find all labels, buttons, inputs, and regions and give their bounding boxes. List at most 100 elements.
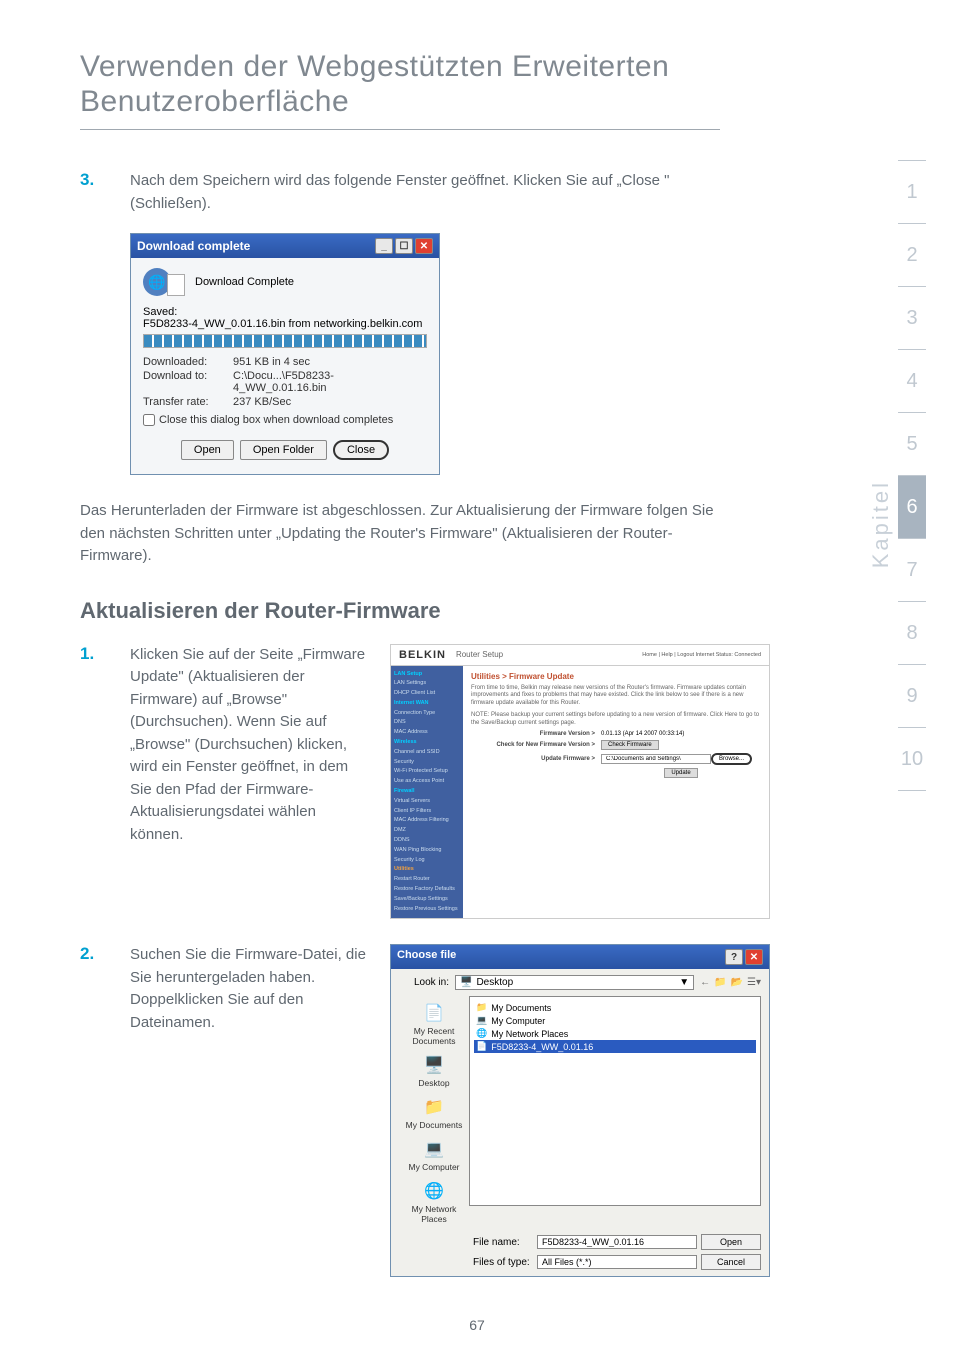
body-paragraph: Das Herunterladen der Firmware ist abges… <box>80 500 720 568</box>
check-firmware-button[interactable]: Check Firmware <box>601 740 659 750</box>
tab-6-active[interactable]: 6 <box>898 476 926 538</box>
step-2-text: Suchen Sie die Firmware-Datei, die Sie h… <box>130 944 370 1034</box>
sidebar-mac[interactable]: MAC Address <box>394 728 460 737</box>
lookin-value: Desktop <box>476 977 513 988</box>
tab-5[interactable]: 5 <box>906 413 917 475</box>
belkin-desc2: NOTE: Please backup your current setting… <box>471 712 761 728</box>
place-mycomp[interactable]: 💻 My Computer <box>408 1136 459 1172</box>
filetype-select[interactable] <box>537 1255 697 1269</box>
sidebar-mac-filter[interactable]: MAC Address Filtering <box>394 816 460 825</box>
tab-9[interactable]: 9 <box>906 665 917 727</box>
close-when-done-label: Close this dialog box when download comp… <box>159 414 393 426</box>
open-button[interactable]: Open <box>701 1234 761 1250</box>
sidebar-wps[interactable]: Wi-Fi Protected Setup <box>394 767 460 776</box>
close-when-done-checkbox[interactable] <box>143 414 155 426</box>
sidebar-conn-type[interactable]: Connection Type <box>394 709 460 718</box>
place-recent[interactable]: 📄 My Recent Documents <box>399 1000 469 1046</box>
close-icon[interactable]: ✕ <box>745 949 763 965</box>
belkin-admin-panel: BELKIN Router Setup Home | Help | Logout… <box>390 644 770 920</box>
tab-7[interactable]: 7 <box>906 539 917 601</box>
network-icon: 🌐 <box>476 1028 487 1039</box>
belkin-topright: Home | Help | Logout Internet Status: Co… <box>642 652 761 658</box>
sidebar-restore-factory[interactable]: Restore Factory Defaults <box>394 885 460 894</box>
place-mydocs[interactable]: 📁 My Documents <box>406 1094 463 1130</box>
belkin-sidebar: LAN Setup LAN Settings DHCP Client List … <box>391 666 463 919</box>
downloadto-value: C:\Docu...\F5D8233-4_WW_0.01.16.bin <box>233 370 427 394</box>
tab-8[interactable]: 8 <box>906 602 917 664</box>
open-folder-button[interactable]: Open Folder <box>240 440 327 460</box>
cancel-button[interactable]: Cancel <box>701 1254 761 1270</box>
close-button[interactable]: Close <box>333 440 389 460</box>
back-icon[interactable]: ← <box>700 977 710 988</box>
file-list[interactable]: 📁My Documents 💻My Computer 🌐My Network P… <box>469 996 761 1206</box>
new-folder-icon[interactable]: 📂 <box>731 977 743 988</box>
lookin-dropdown[interactable]: 🖥️ Desktop ▼ <box>455 975 694 990</box>
sidebar-sec-log[interactable]: Security Log <box>394 856 460 865</box>
choose-file-dialog: Choose file ? ✕ Look in: 🖥️ Desktop ▼ <box>390 944 770 1277</box>
maximize-icon[interactable]: ☐ <box>395 238 413 254</box>
sidebar-channel[interactable]: Channel and SSID <box>394 748 460 757</box>
sidebar-lan-setup[interactable]: LAN Setup <box>394 670 460 679</box>
downloaded-value: 951 KB in 4 sec <box>233 356 427 368</box>
sidebar-dhcp[interactable]: DHCP Client List <box>394 689 460 698</box>
help-icon[interactable]: ? <box>725 949 743 965</box>
tab-10[interactable]: 10 <box>901 728 923 790</box>
sidebar-firewall[interactable]: Firewall <box>394 787 460 796</box>
downloaded-label: Downloaded: <box>143 356 233 368</box>
download-status: Download Complete <box>195 276 294 288</box>
sidebar-client-ip[interactable]: Client IP Filters <box>394 807 460 816</box>
saved-value: F5D8233-4_WW_0.01.16.bin from networking… <box>143 318 427 330</box>
update-fw-label: Update Firmware > <box>471 756 601 762</box>
sidebar-guest[interactable]: Use as Access Point <box>394 777 460 786</box>
step-3-number: 3. <box>80 170 130 215</box>
step-3-text: Nach dem Speichern wird das folgende Fen… <box>130 170 720 215</box>
update-button[interactable]: Update <box>664 768 697 778</box>
sidebar-dmz[interactable]: DMZ <box>394 826 460 835</box>
belkin-subtitle: Router Setup <box>456 650 503 659</box>
step-1-number: 1. <box>80 644 130 847</box>
breadcrumb: Utilities > Firmware Update <box>471 672 761 681</box>
sidebar-restore-prev[interactable]: Restore Previous Settings <box>394 905 460 914</box>
place-network[interactable]: 🌐 My Network Places <box>399 1178 469 1224</box>
tab-1[interactable]: 1 <box>906 161 917 223</box>
sidebar-save-backup[interactable]: Save/Backup Settings <box>394 895 460 904</box>
browse-button[interactable]: Browse... <box>711 753 752 765</box>
download-complete-dialog: Download complete _ ☐ ✕ 🌐 Download Compl… <box>130 233 440 475</box>
sidebar-utilities[interactable]: Utilities <box>394 865 460 874</box>
tab-4[interactable]: 4 <box>906 350 917 412</box>
network-icon: 🌐 <box>421 1178 447 1204</box>
sidebar-dns[interactable]: DNS <box>394 718 460 727</box>
open-button[interactable]: Open <box>181 440 234 460</box>
firmware-path-input[interactable] <box>601 754 711 764</box>
chevron-down-icon: ▼ <box>679 977 689 988</box>
downloadto-label: Download to: <box>143 370 233 394</box>
sidebar-ddns[interactable]: DDNS <box>394 836 460 845</box>
close-icon[interactable]: ✕ <box>415 238 433 254</box>
document-icon <box>167 274 185 296</box>
recent-icon: 📄 <box>421 1000 447 1026</box>
sidebar-security[interactable]: Security <box>394 758 460 767</box>
rate-value: 237 KB/Sec <box>233 396 427 408</box>
up-folder-icon[interactable]: 📁 <box>714 977 726 988</box>
file-dialog-title: Choose file <box>397 949 456 965</box>
sidebar-lan-settings[interactable]: LAN Settings <box>394 679 460 688</box>
sidebar-internet-wan[interactable]: Internet WAN <box>394 699 460 708</box>
tab-2[interactable]: 2 <box>906 224 917 286</box>
dialog-title: Download complete <box>137 239 250 253</box>
file-icon: 📄 <box>476 1041 487 1052</box>
page-heading: Verwenden der Webgestützten Erweiterten … <box>80 50 720 130</box>
filename-input[interactable] <box>537 1235 697 1249</box>
minimize-icon[interactable]: _ <box>375 238 393 254</box>
sidebar-wireless[interactable]: Wireless <box>394 738 460 747</box>
desktop-icon: 🖥️ <box>460 977 472 988</box>
list-item: 💻My Computer <box>474 1014 756 1027</box>
views-icon[interactable]: ☰▾ <box>747 977 761 988</box>
place-desktop[interactable]: 🖥️ Desktop <box>418 1052 449 1088</box>
sidebar-restart[interactable]: Restart Router <box>394 875 460 884</box>
tab-3[interactable]: 3 <box>906 287 917 349</box>
sidebar-wan-ping[interactable]: WAN Ping Blocking <box>394 846 460 855</box>
list-item-selected: 📄F5D8233-4_WW_0.01.16 <box>474 1040 756 1053</box>
rate-label: Transfer rate: <box>143 396 233 408</box>
folder-icon: 📁 <box>476 1002 487 1013</box>
sidebar-virtual[interactable]: Virtual Servers <box>394 797 460 806</box>
